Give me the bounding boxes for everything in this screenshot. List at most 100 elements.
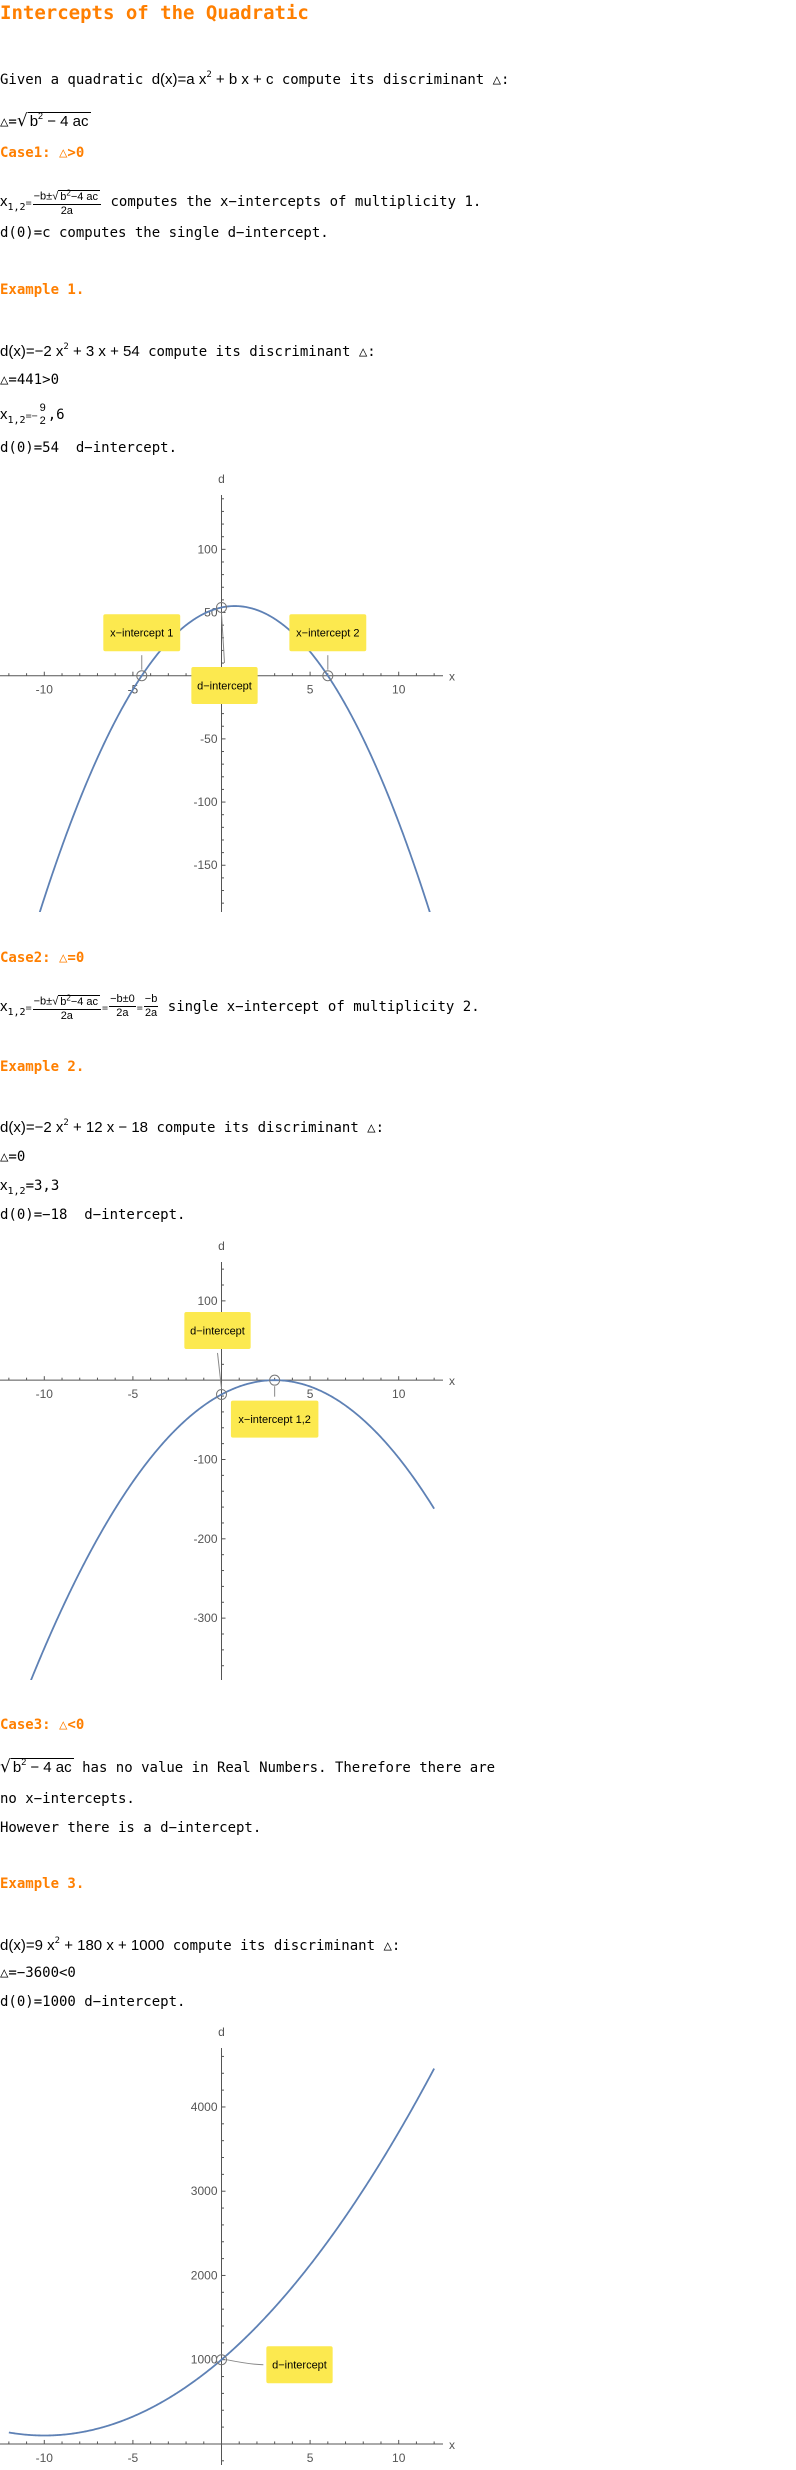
function-exp: 2 (54, 1936, 61, 1946)
roots-rest: =3,3 (25, 1178, 60, 1194)
radicand: b2 − 4 ac (27, 111, 91, 130)
equals: = (136, 1002, 143, 1014)
y-tick-label: -200 (193, 1532, 217, 1546)
radicand-rest: −4 ac (70, 190, 99, 203)
equals: = (25, 1002, 32, 1014)
x-symbol: x (0, 1177, 8, 1194)
function-rhs: + 3 x + 54 (68, 343, 140, 360)
function-lhs: d(x)=9 x (0, 1937, 55, 1954)
annotation-label: d−intercept (272, 2360, 327, 2372)
x-subscript: 1,2 (7, 415, 26, 426)
x-subscript: 1,2 (7, 1006, 26, 1018)
numerator: −b (143, 993, 159, 1008)
case3-line: √ b2 − 4 ac has no value in Real Numbers.… (0, 1757, 495, 1778)
leader-line (226, 2359, 264, 2366)
x-symbol: x (0, 192, 8, 210)
example3-heading: Example 3. (0, 1876, 85, 1892)
example1-roots: x1,2=− 9 2,6 (0, 402, 65, 428)
fraction-2: −b±0 2a (109, 993, 136, 1020)
x-axis-label: x (449, 2438, 455, 2452)
annotation-label: x−intercept 1,2 (238, 1414, 310, 1426)
quadratic-formula-fraction: −b±√ b2−4 ac 2a (32, 186, 102, 218)
x-tick-label: 10 (392, 1387, 406, 1401)
case2-heading: Case2: △=0 (0, 950, 85, 966)
case2-text: single x−intercept of multiplicity 2. (159, 998, 480, 1015)
example2-discriminant: △=0 (0, 1149, 26, 1165)
numerator: −b±0 (109, 993, 136, 1008)
y-tick-label: 3000 (191, 2184, 218, 2198)
x-tick-label: -10 (36, 683, 54, 697)
case1-text: computes the x−intercepts of multiplicit… (102, 193, 482, 210)
roots-rest: ,6 (47, 407, 65, 423)
root-fraction: 92 (39, 402, 47, 428)
numerator-prefix: −b± (33, 190, 53, 203)
page-title: Intercepts of the Quadratic (0, 2, 309, 24)
radicand-rest: −4 ac (70, 995, 99, 1008)
y-tick-label: 2000 (191, 2268, 218, 2282)
fraction-3: −b 2a (143, 993, 159, 1020)
case2-formula-line: x1,2= −b±√ b2−4 ac 2a = −b±0 2a = −b 2a single x−… (0, 991, 480, 1023)
chart-example-3: x d -10 -5 5 10 1000 2000 3000 4000 d−intercept (0, 2025, 455, 2465)
radicand-base: b (29, 113, 39, 130)
y-tick-label: -100 (193, 1452, 217, 1466)
case1-d-line: d(0)=c computes the single d−intercept. (0, 225, 329, 241)
function-suffix: compute its discriminant △: (164, 1938, 401, 1954)
example3-function: d(x)=9 x2 + 180 x + 1000 compute its dis… (0, 1936, 401, 1957)
x-tick-label: 5 (307, 2451, 314, 2465)
case3-heading: Case3: △<0 (0, 1717, 85, 1733)
x-tick-label: -10 (36, 1387, 54, 1401)
radicand-exp: 2 (38, 111, 44, 121)
y-tick-label: -150 (193, 858, 217, 872)
case3-line-3: However there is a d−intercept. (0, 1820, 262, 1836)
annotation-label: d−intercept (197, 680, 252, 692)
x-tick-label: 5 (307, 1387, 314, 1401)
intro-suffix: compute its discriminant △: (273, 72, 510, 88)
x-tick-label: -5 (128, 1387, 139, 1401)
denominator: 2 (39, 415, 46, 427)
leader-line (217, 1352, 222, 1389)
example1-d0: d(0)=54 d−intercept. (0, 440, 178, 456)
function-exp: 2 (63, 342, 69, 352)
x-tick-label: -10 (36, 2451, 54, 2465)
case1-formula-line: x1,2= −b±√ b2−4 ac 2a computes the x−interc… (0, 186, 481, 218)
example1-heading: Example 1. (0, 282, 85, 298)
intro-exp: 2 (206, 70, 212, 80)
chart-example-2: x d -10 -5 5 10 -300 -200 -100 100 d−intercept x−in… (0, 1239, 455, 1680)
intro-prefix: Given a quadratic (0, 72, 152, 88)
y-tick-label: -100 (193, 795, 217, 809)
intro-lhs: d(x)=a x (151, 71, 207, 88)
x-symbol: x (0, 406, 8, 423)
denominator: 2a (144, 1007, 158, 1020)
example3-discriminant: △=−3600<0 (0, 1965, 76, 1981)
x-subscript: 1,2 (7, 1186, 26, 1197)
radicand-rest: − 4 ac (26, 1759, 72, 1776)
disc-lhs: △= (0, 114, 17, 130)
x-axis-label: x (449, 670, 455, 684)
sqrt-icon: √ (0, 1757, 11, 1777)
function-lhs: d(x)=−2 x (0, 343, 64, 360)
y-axis-label: d (218, 2025, 225, 2039)
y-tick-label: -50 (200, 732, 218, 746)
quadratic-formula-fraction: −b±√ b2−4 ac 2a (32, 991, 102, 1023)
y-axis-label: d (218, 1239, 225, 1253)
x-tick-label: 5 (307, 683, 314, 697)
equals: = (25, 197, 32, 209)
annotation-label: x−intercept 2 (296, 628, 359, 640)
discriminant-definition: △=√ b2 − 4 ac (0, 111, 91, 132)
x-tick-label: 10 (392, 683, 406, 697)
y-tick-label: 100 (197, 542, 217, 556)
example1-discriminant: △=441>0 (0, 372, 60, 388)
y-axis-label: d (218, 472, 225, 486)
y-tick-label: -300 (193, 1611, 217, 1625)
radicand: b2 − 4 ac (10, 1757, 74, 1776)
case3-line-2: no x−intercepts. (0, 1791, 135, 1807)
case1-heading: Case1: △>0 (0, 145, 85, 161)
annotation-label: x−intercept 1 (110, 628, 173, 640)
example2-heading: Example 2. (0, 1059, 85, 1075)
x-tick-label: -5 (128, 2451, 139, 2465)
function-exp: 2 (63, 1118, 69, 1128)
x-tick-label: 10 (392, 2451, 406, 2465)
equals: =− (25, 411, 38, 422)
x-symbol: x (0, 997, 8, 1015)
y-tick-label: 100 (197, 1294, 217, 1308)
